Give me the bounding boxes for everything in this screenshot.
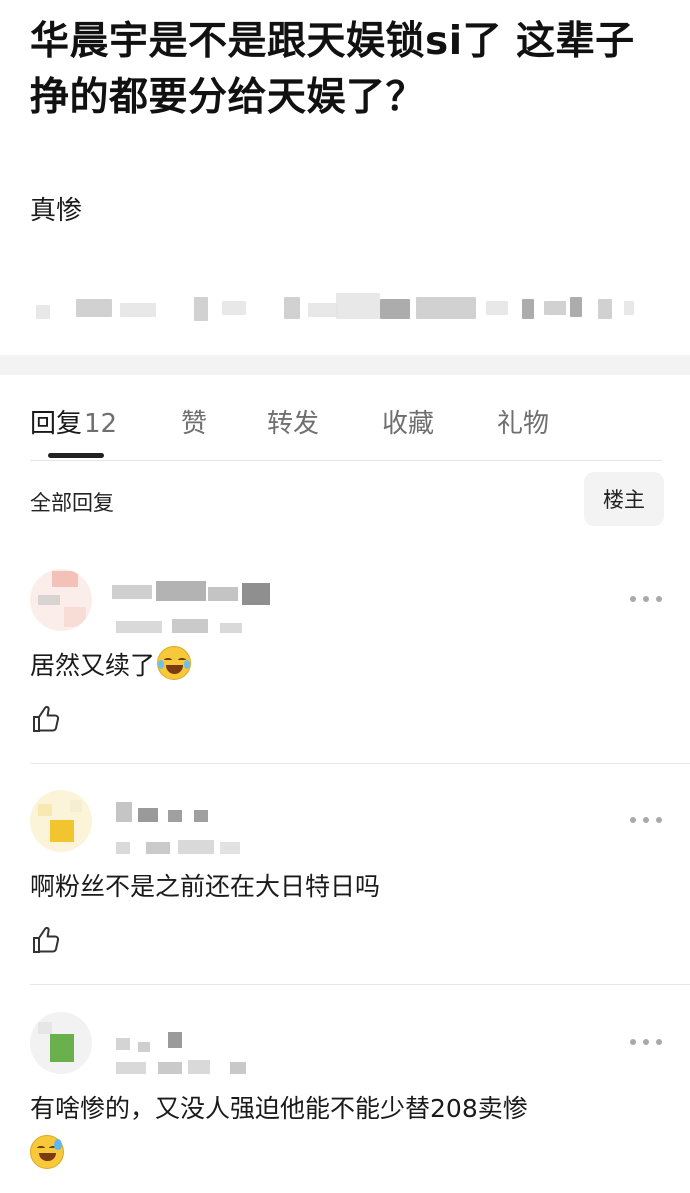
comment-item: 有啥惨的，又没人强迫他能不能少替208卖惨: [0, 1008, 690, 1193]
more-icon[interactable]: [630, 815, 662, 825]
tab-replies-label: 回复: [30, 409, 83, 439]
comment-text: 有啥惨的，又没人强迫他能不能少替208卖惨: [30, 1086, 670, 1178]
post-section: 华晨宇是不是跟天娱锁si了 这辈子挣的都要分给天娱了？ 真惨: [0, 0, 690, 355]
more-icon[interactable]: [630, 1037, 662, 1047]
tabs-divider: [30, 460, 662, 461]
username-blurred[interactable]: [116, 800, 216, 830]
username-blurred[interactable]: [116, 1026, 196, 1056]
sweat-smile-emoji-icon: [30, 1135, 64, 1169]
comment-text-content: 居然又续了: [30, 651, 156, 680]
avatar[interactable]: [30, 569, 92, 631]
post-body: 真惨: [30, 196, 83, 226]
laughing-tears-emoji-icon: [157, 646, 192, 680]
post-title: 华晨宇是不是跟天娱锁si了 这辈子挣的都要分给天娱了？: [30, 19, 635, 120]
tab-likes[interactable]: 赞: [181, 403, 207, 440]
active-tab-indicator: [48, 453, 104, 458]
comment-text: 啊粉丝不是之前还在大日特日吗: [30, 872, 381, 901]
avatar[interactable]: [30, 1012, 92, 1074]
comment-divider: [30, 763, 690, 764]
username-blurred[interactable]: [112, 579, 272, 609]
comment-item: 居然又续了: [0, 565, 690, 765]
tab-replies[interactable]: 回复12: [30, 403, 117, 440]
comment-text: 居然又续了: [30, 643, 670, 689]
tab-gifts[interactable]: 礼物: [497, 403, 549, 440]
author-only-button[interactable]: 楼主: [584, 472, 664, 526]
tab-replies-count: 12: [84, 409, 118, 439]
post-meta-blurred: [36, 293, 636, 327]
more-icon[interactable]: [630, 594, 662, 604]
section-divider: [0, 355, 690, 375]
comment-meta-blurred: [116, 1060, 256, 1076]
all-replies-label: 全部回复: [30, 491, 114, 515]
tab-reposts[interactable]: 转发: [267, 403, 319, 440]
comment-meta-blurred: [116, 840, 246, 856]
tab-favorites[interactable]: 收藏: [382, 403, 434, 440]
comment-item: 啊粉丝不是之前还在大日特日吗: [0, 786, 690, 986]
thumbs-up-icon[interactable]: [30, 924, 62, 956]
post-detail-page: 华晨宇是不是跟天娱锁si了 这辈子挣的都要分给天娱了？ 真惨 回复12 赞 转发…: [0, 0, 690, 1193]
post-tabs: 回复12 赞 转发 收藏 礼物: [0, 375, 690, 461]
comment-divider: [30, 984, 690, 985]
avatar[interactable]: [30, 790, 92, 852]
thumbs-up-icon[interactable]: [30, 703, 62, 735]
comment-text-content: 有啥惨的，又没人强迫他能不能少替208卖惨: [30, 1094, 528, 1123]
comment-meta-blurred: [116, 619, 246, 635]
